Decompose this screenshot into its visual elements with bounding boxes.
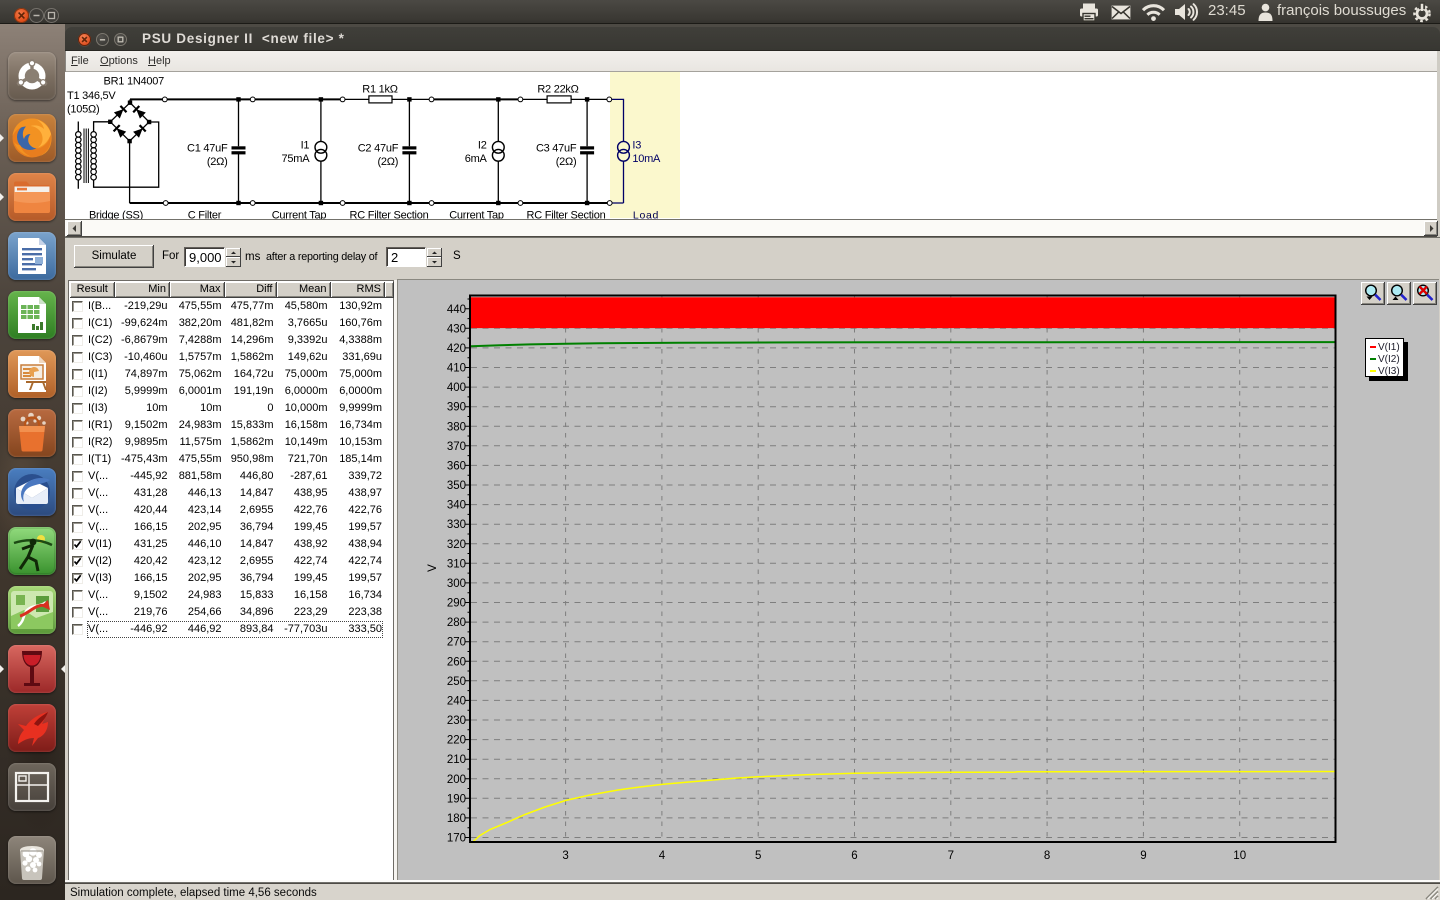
svg-text:5: 5: [755, 850, 761, 862]
svg-text:7: 7: [948, 850, 954, 862]
svg-text:360: 360: [447, 460, 466, 472]
svg-text:220: 220: [447, 735, 466, 747]
svg-text:I2: I2: [478, 140, 487, 152]
svg-text:420: 420: [447, 343, 466, 355]
svg-text:240: 240: [447, 695, 466, 707]
svg-text:280: 280: [447, 617, 466, 629]
svg-text:440: 440: [447, 304, 466, 316]
svg-text:R2 22kΩ: R2 22kΩ: [537, 83, 578, 95]
svg-text:9: 9: [1140, 850, 1146, 862]
svg-text:400: 400: [447, 382, 466, 394]
svg-text:I3: I3: [632, 140, 641, 152]
svg-text:370: 370: [447, 441, 466, 453]
svg-text:230: 230: [447, 715, 466, 727]
svg-text:330: 330: [447, 519, 466, 531]
svg-text:190: 190: [447, 793, 466, 805]
svg-text:T1 346,5V: T1 346,5V: [67, 90, 116, 102]
svg-text:6mA: 6mA: [465, 153, 488, 165]
svg-text:(2Ω): (2Ω): [378, 156, 399, 168]
svg-text:R1 1kΩ: R1 1kΩ: [362, 83, 397, 95]
svg-text:3: 3: [562, 850, 568, 862]
svg-text:250: 250: [447, 676, 466, 688]
svg-text:350: 350: [447, 480, 466, 492]
svg-text:10mA: 10mA: [632, 153, 661, 165]
svg-text:6: 6: [851, 850, 857, 862]
svg-text:C1 47uF: C1 47uF: [187, 143, 228, 155]
svg-text:210: 210: [447, 754, 466, 766]
svg-text:I1: I1: [301, 140, 310, 152]
svg-text:170: 170: [447, 833, 466, 845]
svg-text:(2Ω): (2Ω): [556, 156, 577, 168]
svg-text:V: V: [427, 564, 439, 572]
svg-text:4: 4: [659, 850, 666, 862]
svg-text:290: 290: [447, 598, 466, 610]
svg-text:(105Ω): (105Ω): [67, 104, 99, 116]
svg-text:(2Ω): (2Ω): [207, 156, 228, 168]
svg-text:8: 8: [1044, 850, 1050, 862]
svg-text:320: 320: [447, 539, 466, 551]
svg-text:300: 300: [447, 578, 466, 590]
svg-text:C2 47uF: C2 47uF: [358, 143, 399, 155]
svg-text:310: 310: [447, 558, 466, 570]
svg-text:340: 340: [447, 500, 466, 512]
svg-text:10: 10: [1233, 850, 1246, 862]
svg-text:180: 180: [447, 813, 466, 825]
svg-text:390: 390: [447, 402, 466, 414]
svg-text:260: 260: [447, 656, 466, 668]
svg-text:C3 47uF: C3 47uF: [536, 143, 577, 155]
svg-text:75mA: 75mA: [282, 153, 311, 165]
svg-text:410: 410: [447, 363, 466, 375]
svg-text:200: 200: [447, 774, 466, 786]
svg-text:430: 430: [447, 323, 466, 335]
svg-text:270: 270: [447, 637, 466, 649]
svg-text:380: 380: [447, 421, 466, 433]
svg-text:BR1 1N4007: BR1 1N4007: [104, 76, 165, 88]
